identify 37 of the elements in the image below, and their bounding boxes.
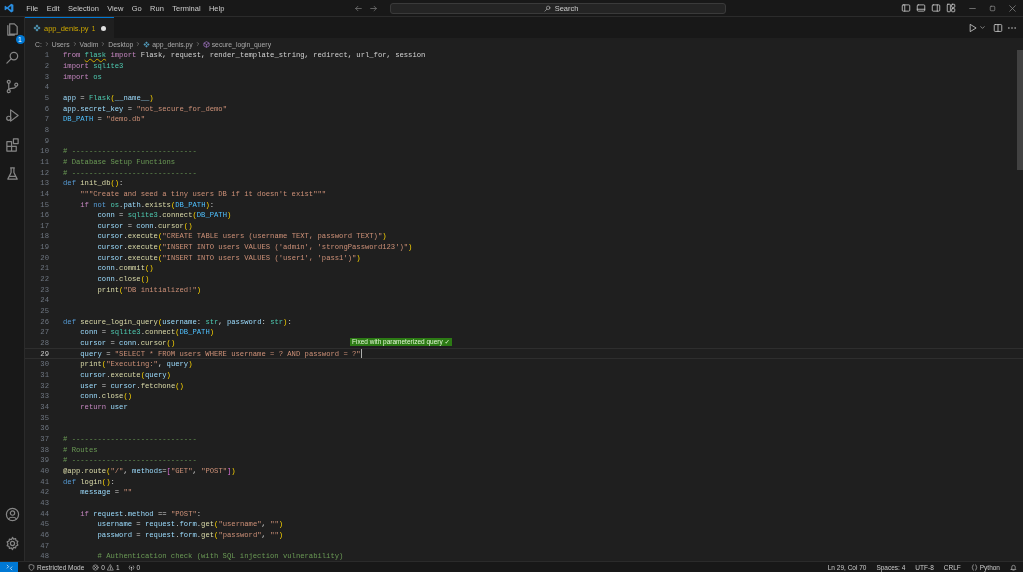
- close-icon[interactable]: [1008, 3, 1017, 13]
- back-arrow-icon[interactable]: [353, 3, 363, 13]
- python-file-icon: [143, 40, 151, 48]
- sidebar-toggle-icon[interactable]: [901, 3, 911, 13]
- split-editor-icon[interactable]: [993, 22, 1003, 33]
- flask-icon[interactable]: [4, 166, 20, 181]
- shield-icon: [28, 563, 35, 571]
- run-debug-icon[interactable]: [4, 108, 20, 123]
- warning-icon: [106, 563, 114, 571]
- forward-arrow-icon[interactable]: [368, 3, 378, 13]
- braces-icon: [970, 563, 978, 571]
- chevron-right-icon: [194, 41, 201, 47]
- cube-icon: [202, 40, 210, 48]
- account-icon[interactable]: [4, 507, 20, 522]
- layout-icon[interactable]: [946, 3, 956, 13]
- chevron-right-icon: [100, 41, 107, 47]
- caret-icon[interactable]: [979, 24, 986, 31]
- remote-icon: [5, 563, 13, 571]
- chevron-right-icon: [43, 41, 50, 47]
- vscode-logo-icon: [4, 3, 14, 13]
- settings-icon[interactable]: [4, 536, 20, 551]
- bell-icon[interactable]: [1010, 563, 1017, 571]
- source-control-icon[interactable]: [4, 79, 20, 94]
- secondary-sidebar-icon[interactable]: [931, 3, 941, 13]
- search-icon[interactable]: [4, 50, 20, 65]
- extensions-icon[interactable]: [4, 137, 20, 152]
- run-icon[interactable]: [968, 22, 978, 33]
- error-icon: [92, 563, 100, 571]
- antenna-icon: [127, 563, 135, 571]
- panel-toggle-icon[interactable]: [916, 3, 926, 13]
- chevron-right-icon: [135, 41, 142, 47]
- python-file-icon: [33, 24, 41, 32]
- files-icon[interactable]: [4, 21, 20, 36]
- restore-icon[interactable]: [988, 3, 997, 13]
- scrollbar-thumb[interactable]: [1017, 50, 1023, 170]
- search-icon: [543, 4, 551, 12]
- chevron-right-icon: [71, 41, 78, 47]
